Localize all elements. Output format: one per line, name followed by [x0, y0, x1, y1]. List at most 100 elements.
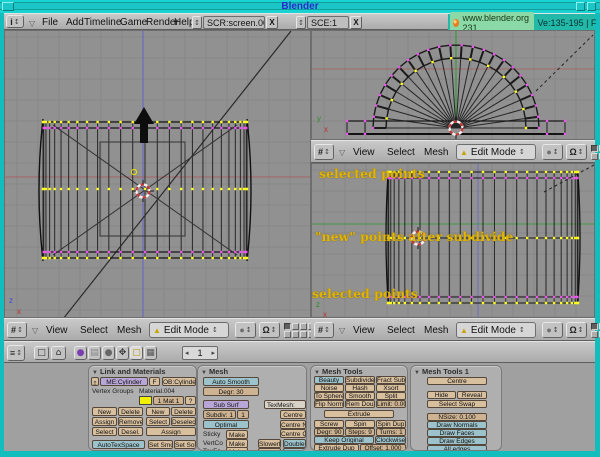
- layer-toggle[interactable]: [284, 331, 291, 338]
- material-help-button[interactable]: ?: [185, 396, 196, 405]
- mode-dropdown[interactable]: ▲Edit Mode↕: [456, 322, 536, 338]
- viewport-type-button[interactable]: #↕: [314, 322, 334, 338]
- extrude-dup-button[interactable]: Extrude Dup: [314, 444, 359, 451]
- step-right-icon[interactable]: ▸: [211, 349, 215, 357]
- centre-new-button[interactable]: Centre New: [280, 420, 306, 429]
- offset-stepper[interactable]: Offset: 1.000: [360, 444, 406, 451]
- script-context-button[interactable]: ▤: [88, 346, 101, 360]
- viewport-type-button[interactable]: #↕: [7, 322, 27, 338]
- mode-dropdown[interactable]: ▲Edit Mode↕: [149, 322, 229, 338]
- material-index-stepper[interactable]: 1 Mat 1: [153, 396, 184, 405]
- shading-context-button[interactable]: ●: [102, 346, 115, 360]
- layer-toggle[interactable]: [591, 323, 598, 330]
- smooth-button[interactable]: Smooth: [345, 392, 375, 400]
- set-smooth-button[interactable]: Set Smooth: [148, 440, 173, 449]
- turns-stepper[interactable]: Turns: 1: [376, 428, 406, 436]
- draw-type-button[interactable]: ●↕: [542, 144, 563, 160]
- header-collapse-icon[interactable]: ▽: [32, 326, 38, 335]
- no-vnormal-flip-toggle[interactable]: No V.Norma: [283, 448, 306, 451]
- window-iconify-button[interactable]: [576, 2, 585, 11]
- vgroup-delete-button[interactable]: Delete: [118, 407, 143, 416]
- menu-mesh[interactable]: Mesh: [117, 325, 141, 336]
- subdiv-stepper[interactable]: Subdiv: 1: [203, 410, 236, 419]
- header-collapse-icon[interactable]: ▽: [29, 19, 35, 28]
- menu-add[interactable]: Add: [66, 17, 84, 28]
- viewport-type-button[interactable]: #↕: [314, 144, 334, 160]
- texmesh-field[interactable]: TexMesh:: [264, 400, 306, 409]
- centre-button[interactable]: Centre: [427, 377, 487, 385]
- reveal-button[interactable]: Reveal: [457, 391, 487, 399]
- screen-name-field[interactable]: SCR:screen.001: [203, 16, 265, 29]
- autotexspace-toggle[interactable]: AutoTexSpace: [92, 440, 145, 449]
- draw-normals-toggle[interactable]: Draw Normals: [427, 421, 487, 429]
- layer-toggle[interactable]: [591, 145, 598, 152]
- all-edges-toggle[interactable]: All edges: [427, 445, 487, 451]
- keep-original-toggle[interactable]: Keep Original: [314, 436, 374, 444]
- screen-delete-button[interactable]: X: [266, 16, 278, 29]
- screen-browse-button[interactable]: ↕: [192, 16, 202, 29]
- slower-draw-button[interactable]: SlowerDr: [258, 439, 281, 448]
- spin-dup-button[interactable]: Spin Dup: [376, 420, 406, 428]
- subsurf-toggle[interactable]: Sub Surf: [203, 400, 249, 409]
- window-maximize-button[interactable]: [587, 2, 596, 11]
- steps-stepper[interactable]: Steps: 9: [345, 428, 375, 436]
- material-assign-button[interactable]: Assign: [146, 427, 196, 436]
- set-solid-button[interactable]: Set Solid: [174, 440, 196, 449]
- scene-name-field[interactable]: SCE:1: [307, 16, 349, 29]
- menu-game[interactable]: Game: [120, 17, 147, 28]
- subdivide-button[interactable]: Subdivide: [345, 376, 375, 384]
- vgroup-deselect-button[interactable]: Desel.: [118, 427, 143, 436]
- fract-subdivide-button[interactable]: Fract Sub: [376, 376, 406, 384]
- draw-edges-toggle[interactable]: Draw Edges: [427, 437, 487, 445]
- step-left-icon[interactable]: ◂: [185, 349, 189, 357]
- home-button[interactable]: ⌂: [51, 346, 66, 360]
- layer-toggle[interactable]: [300, 331, 307, 338]
- material-select-button[interactable]: Select: [146, 417, 170, 426]
- logic-context-button[interactable]: ●: [74, 346, 87, 360]
- menu-mesh[interactable]: Mesh: [424, 325, 448, 336]
- header-collapse-icon[interactable]: ▽: [339, 148, 345, 157]
- proportional-edit-button[interactable]: Ω↕: [566, 322, 587, 338]
- top-viewport[interactable]: yx: [311, 30, 595, 140]
- fake-user-button[interactable]: F: [149, 377, 160, 386]
- proportional-edit-button[interactable]: Ω↕: [566, 144, 587, 160]
- menu-select[interactable]: Select: [387, 325, 415, 336]
- front-viewport[interactable]: zx: [4, 30, 311, 318]
- new-panel-window-button[interactable]: □: [34, 346, 49, 360]
- vgroup-new-button[interactable]: New: [92, 407, 117, 416]
- scene-delete-button[interactable]: X: [350, 16, 362, 29]
- double-sided-toggle[interactable]: Double Sided: [283, 439, 306, 448]
- menu-view[interactable]: View: [353, 147, 375, 158]
- material-color-swatch[interactable]: [139, 396, 152, 405]
- window-type-button[interactable]: ≡ ↕: [7, 345, 25, 361]
- object-name-field[interactable]: OB:Cylinder: [162, 377, 196, 386]
- hide-button[interactable]: Hide: [427, 391, 456, 399]
- draw-faces-toggle[interactable]: Draw Faces: [427, 429, 487, 437]
- degr-stepper[interactable]: Degr: 30: [203, 387, 259, 396]
- editing-context-button[interactable]: ▢: [130, 346, 143, 360]
- beauty-toggle[interactable]: Beauty: [314, 376, 344, 384]
- split-button[interactable]: Split: [376, 392, 406, 400]
- scene-context-button[interactable]: ▦: [144, 346, 157, 360]
- menu-select[interactable]: Select: [387, 147, 415, 158]
- vgroup-remove-button[interactable]: Remove: [118, 417, 143, 426]
- mesh-browse-button[interactable]: ↕: [91, 377, 99, 386]
- select-swap-button[interactable]: Select Swap: [427, 400, 487, 408]
- proportional-edit-button[interactable]: Ω↕: [259, 322, 280, 338]
- menu-mesh[interactable]: Mesh: [424, 147, 448, 158]
- spin-button[interactable]: Spin: [345, 420, 375, 428]
- centre-cursor-button[interactable]: Centre Cursor: [280, 429, 306, 438]
- layer-toggle[interactable]: [591, 331, 598, 338]
- menu-view[interactable]: View: [46, 325, 68, 336]
- window-type-button[interactable]: i ↕: [6, 15, 24, 28]
- header-collapse-icon[interactable]: ▽: [339, 326, 345, 335]
- subdiv-render-stepper[interactable]: 1: [237, 410, 249, 419]
- vgroup-assign-button[interactable]: Assign: [92, 417, 117, 426]
- draw-type-button[interactable]: ●↕: [235, 322, 256, 338]
- vgroup-select-button[interactable]: Select: [92, 427, 117, 436]
- layer-toggle[interactable]: [300, 323, 307, 330]
- clockwise-toggle[interactable]: Clockwise: [375, 436, 406, 444]
- menu-view[interactable]: View: [353, 325, 375, 336]
- sticky-make-button[interactable]: Make: [226, 430, 248, 439]
- layer-toggle[interactable]: [292, 331, 299, 338]
